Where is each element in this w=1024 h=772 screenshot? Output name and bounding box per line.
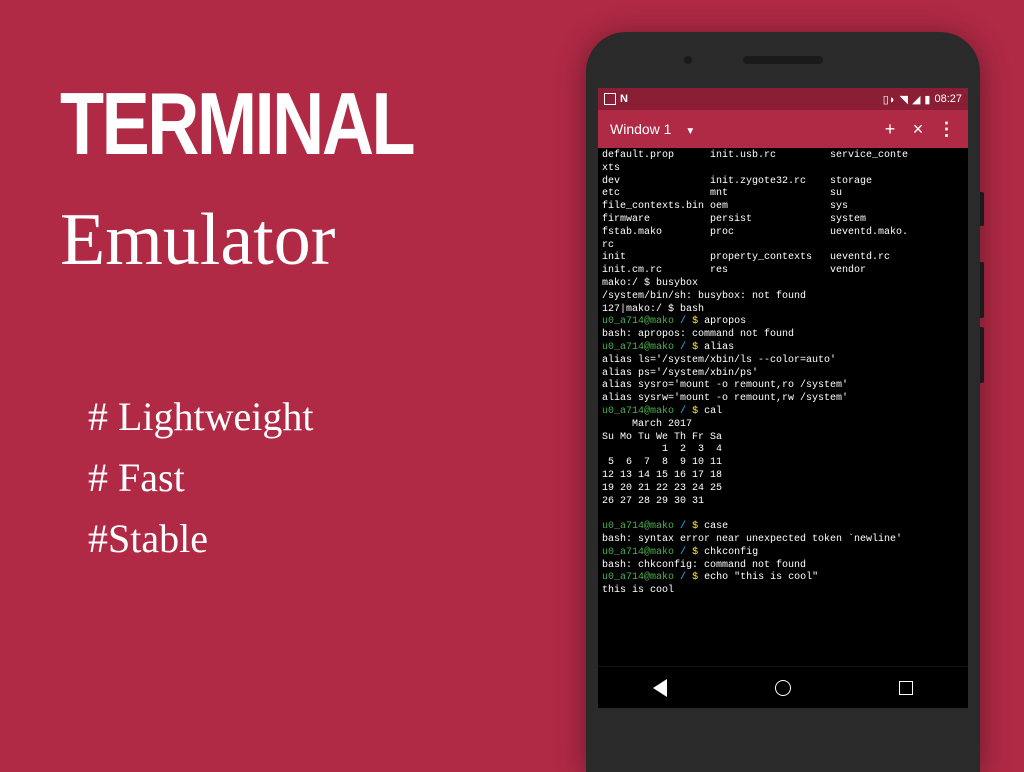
vibrate-icon: ▯◗ xyxy=(883,93,896,106)
app-bar: Window 1 ▼ + × ⋮ xyxy=(598,110,968,148)
headline-subtitle: Emulator xyxy=(60,198,500,283)
headline-title: TERMINAL xyxy=(60,80,421,168)
status-time: 08:27 xyxy=(934,93,962,105)
phone-volume-up xyxy=(980,262,984,318)
feature-item: # Fast xyxy=(88,454,500,501)
nav-back-button[interactable] xyxy=(651,679,669,697)
close-window-button[interactable]: × xyxy=(904,119,932,140)
more-menu-button[interactable]: ⋮ xyxy=(932,119,960,140)
nav-recent-button[interactable] xyxy=(897,679,915,697)
nav-home-button[interactable] xyxy=(774,679,792,697)
window-selector[interactable]: Window 1 ▼ xyxy=(610,121,695,137)
status-n-icon: N xyxy=(620,93,628,105)
marketing-copy: TERMINAL Emulator # Lightweight # Fast #… xyxy=(60,80,500,576)
feature-item: # Lightweight xyxy=(88,393,500,440)
phone-speaker xyxy=(743,56,823,64)
phone-screen: N ▯◗ ◥ ◢ ▮ 08:27 Window 1 ▼ + × ⋮ defaul… xyxy=(598,88,968,708)
status-bar: N ▯◗ ◥ ◢ ▮ 08:27 xyxy=(598,88,968,110)
feature-list: # Lightweight # Fast #Stable xyxy=(88,393,500,562)
status-app-icon xyxy=(604,93,616,105)
wifi-icon: ◥ xyxy=(899,93,907,106)
feature-item: #Stable xyxy=(88,515,500,562)
add-window-button[interactable]: + xyxy=(876,119,904,140)
terminal-output[interactable]: default.prop init.usb.rc service_conte x… xyxy=(598,148,968,666)
chevron-down-icon: ▼ xyxy=(685,126,695,137)
phone-volume-down xyxy=(980,327,984,383)
battery-icon: ▮ xyxy=(924,93,930,106)
phone-camera xyxy=(684,56,692,64)
phone-mockup: N ▯◗ ◥ ◢ ▮ 08:27 Window 1 ▼ + × ⋮ defaul… xyxy=(586,32,980,772)
signal-icon: ◢ xyxy=(912,93,920,106)
phone-power-button xyxy=(980,192,984,226)
android-nav-bar xyxy=(598,666,968,708)
window-label-text: Window 1 xyxy=(610,121,671,137)
